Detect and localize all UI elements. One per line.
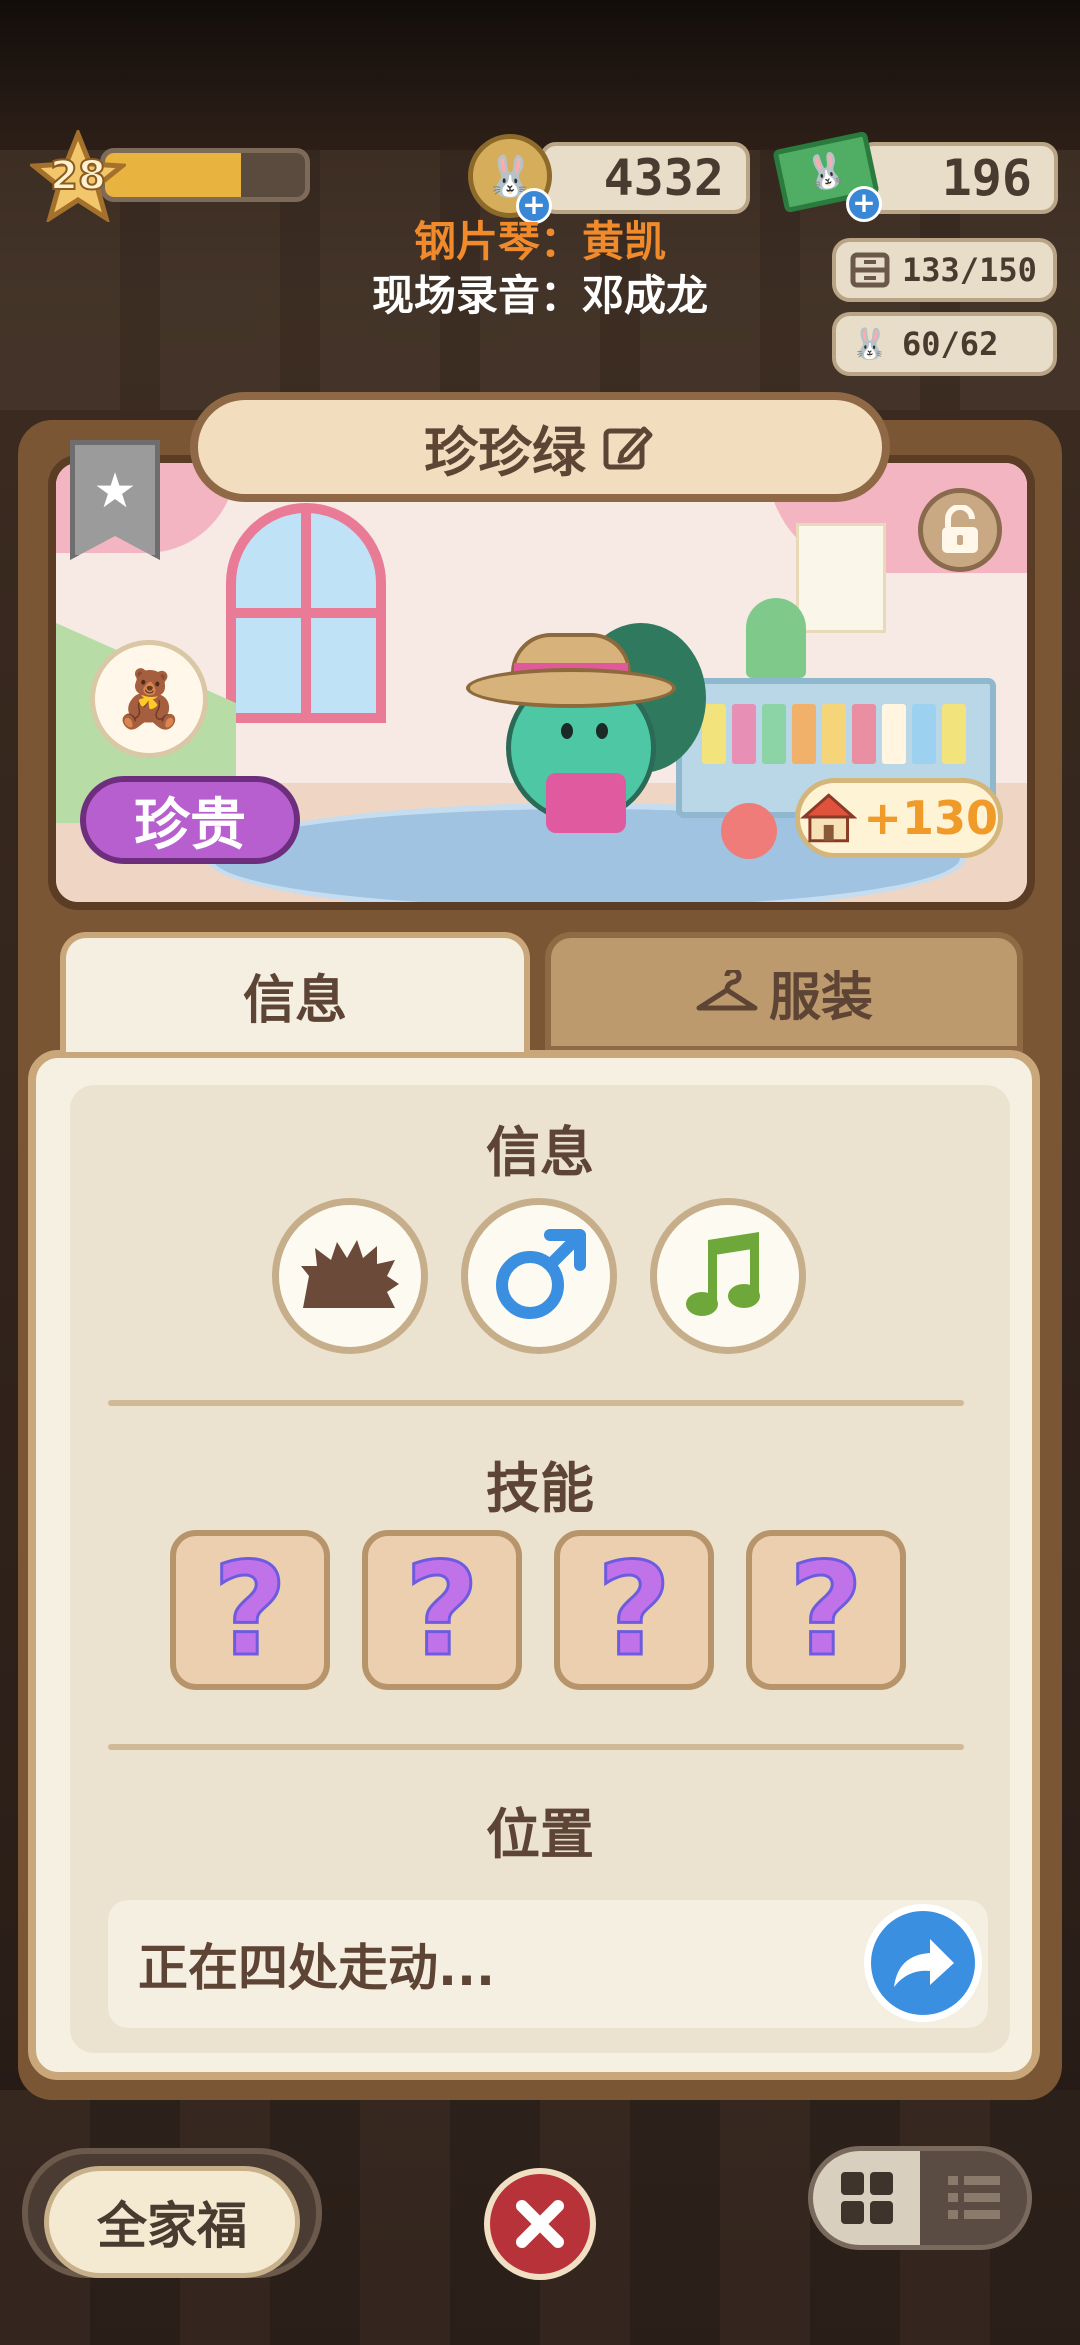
unknown-skill-icon: ? — [211, 1534, 288, 1686]
tab-info[interactable]: 信息 — [60, 932, 530, 1052]
home-bonus-value: +130 — [863, 791, 998, 845]
list-view-button[interactable] — [920, 2151, 1027, 2245]
cash-amount: 196 — [941, 149, 1032, 207]
toy-dinosaur — [746, 598, 806, 678]
edit-name-icon[interactable] — [600, 419, 656, 475]
close-icon — [516, 2200, 564, 2248]
arrow-forward-icon — [894, 1939, 954, 1987]
tab-outfit-label: 服装 — [768, 967, 873, 1028]
rarity-label: 珍贵 — [134, 792, 246, 858]
add-cash-button[interactable]: + — [846, 186, 882, 222]
resident-counter[interactable]: 🐰 60/62 — [832, 312, 1057, 376]
grid-icon — [840, 2172, 893, 2224]
skill-slot-4[interactable]: ? — [746, 1530, 906, 1690]
gender-trait[interactable] — [461, 1198, 617, 1354]
location-status-box: 正在四处走动... — [108, 1900, 988, 2028]
room-window — [226, 503, 386, 723]
coin-amount: 4332 — [603, 149, 724, 207]
hanger-icon — [696, 970, 758, 1011]
character-name: 珍珍绿 — [424, 420, 586, 484]
unknown-skill-icon: ? — [403, 1534, 480, 1686]
info-section-title: 信息 — [486, 1121, 594, 1184]
character-name-plate[interactable]: 珍珍绿 — [190, 392, 890, 502]
skill-slot-2[interactable]: ? — [362, 1530, 522, 1690]
lock-button[interactable] — [918, 488, 1002, 572]
tab-info-label: 信息 — [242, 970, 347, 1031]
unlock-icon — [942, 505, 978, 553]
unknown-skill-icon: ? — [595, 1534, 672, 1686]
close-button[interactable] — [484, 2168, 596, 2280]
character-avatar[interactable] — [466, 613, 706, 843]
section-divider — [108, 1400, 964, 1406]
music-note-icon — [686, 1232, 760, 1316]
toy-ball — [721, 803, 777, 859]
hobby-trait[interactable] — [650, 1198, 806, 1354]
resident-value: 60/62 — [902, 325, 999, 363]
coin-counter[interactable]: 4332 — [540, 142, 750, 214]
storage-icon — [848, 250, 892, 290]
grid-view-button[interactable] — [813, 2151, 920, 2245]
male-icon — [496, 1229, 586, 1319]
music-credits: 钢片琴：黄凯 现场录音：邓成龙 — [290, 215, 790, 323]
level-number: 28 — [49, 152, 107, 200]
hedgehog-icon — [301, 1240, 399, 1308]
bunny-resident-icon: 🐰 — [851, 326, 889, 362]
home-bonus-badge: +130 — [795, 778, 1003, 858]
cash-counter[interactable]: 196 — [858, 142, 1058, 214]
skill-slot-3[interactable]: ? — [554, 1530, 714, 1690]
storage-value: 133/150 — [902, 251, 1037, 289]
species-trait[interactable] — [272, 1198, 428, 1354]
room-poster — [796, 523, 886, 633]
unknown-skill-icon: ? — [787, 1534, 864, 1686]
skill-slot-1[interactable]: ? — [170, 1530, 330, 1690]
level-indicator[interactable]: 28 — [30, 130, 310, 222]
level-star-icon: 28 — [30, 130, 126, 222]
location-section-title: 位置 — [486, 1803, 594, 1866]
level-progress-bar — [100, 148, 310, 202]
credit-line-2: 现场录音：邓成龙 — [371, 271, 708, 320]
section-divider — [108, 1744, 964, 1750]
rarity-badge: 珍贵 — [80, 776, 300, 864]
go-to-location-button[interactable] — [864, 1904, 982, 2022]
list-icon — [947, 2176, 1000, 2219]
tab-outfit[interactable]: 服装 — [545, 932, 1023, 1052]
view-mode-toggle[interactable] — [808, 2146, 1032, 2250]
house-icon — [800, 793, 858, 843]
skills-section-title: 技能 — [486, 1457, 594, 1520]
storage-counter[interactable]: 133/150 — [832, 238, 1057, 302]
teddy-bear-toy-icon[interactable]: 🧸 — [90, 640, 208, 758]
credit-line-1: 钢片琴：黄凯 — [413, 217, 666, 266]
family-photo-button[interactable]: 全家福 — [44, 2166, 300, 2278]
location-status-text: 正在四处走动... — [138, 1939, 495, 1997]
family-photo-label: 全家福 — [97, 2197, 247, 2255]
